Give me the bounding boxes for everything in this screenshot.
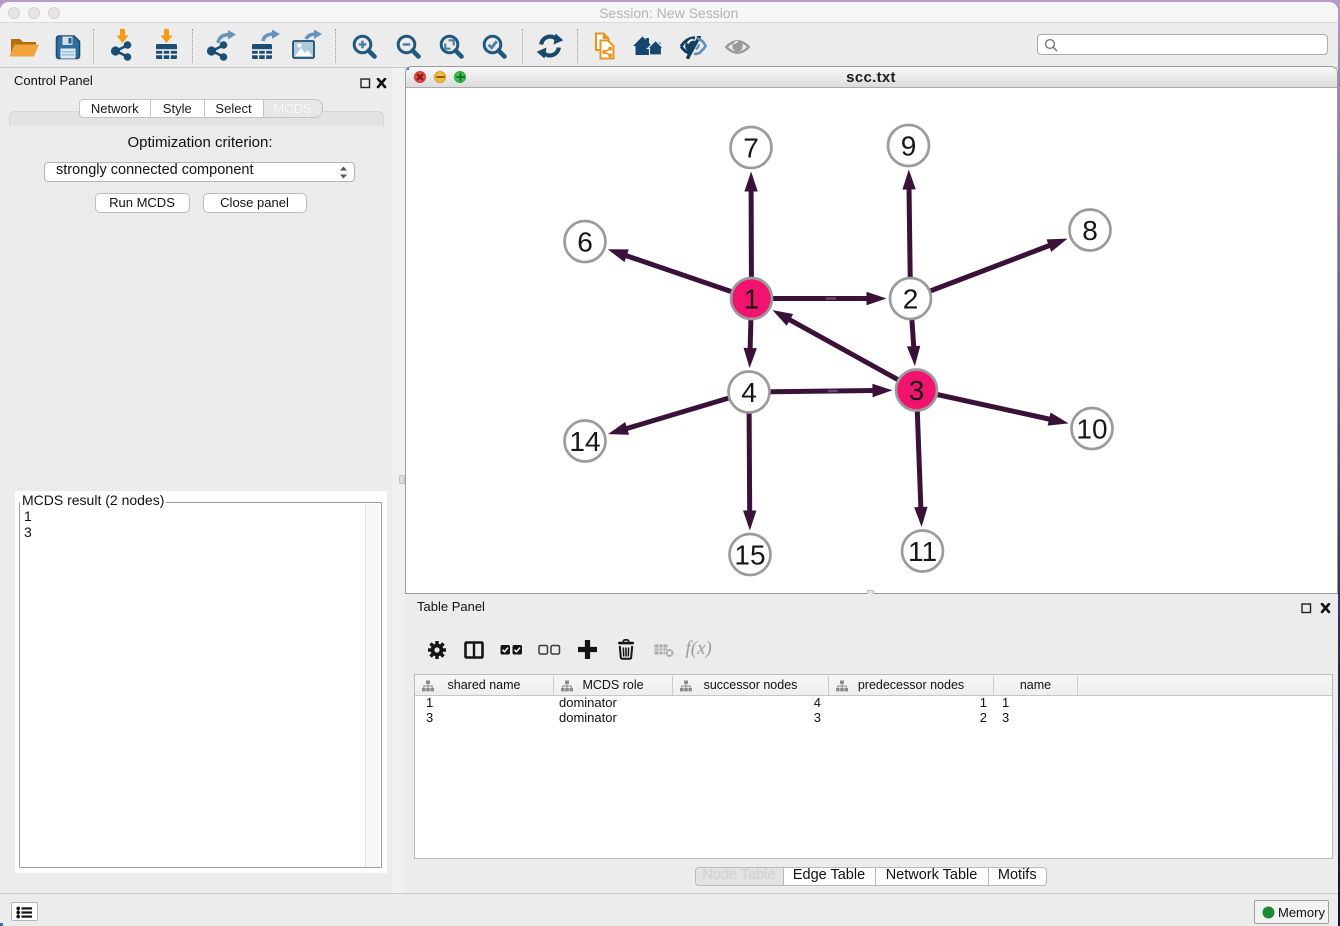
svg-text:3: 3 [908,375,924,406]
svg-text:15: 15 [734,540,765,571]
svg-text:10: 10 [1076,414,1107,445]
svg-text:1: 1 [743,284,759,315]
svg-text:14: 14 [569,426,600,457]
svg-text:6: 6 [577,227,593,258]
svg-text:2: 2 [902,284,918,315]
svg-text:11: 11 [907,536,936,567]
svg-text:8: 8 [1082,215,1098,246]
svg-text:9: 9 [900,131,916,162]
svg-text:4: 4 [741,377,757,408]
svg-text:7: 7 [743,133,759,164]
